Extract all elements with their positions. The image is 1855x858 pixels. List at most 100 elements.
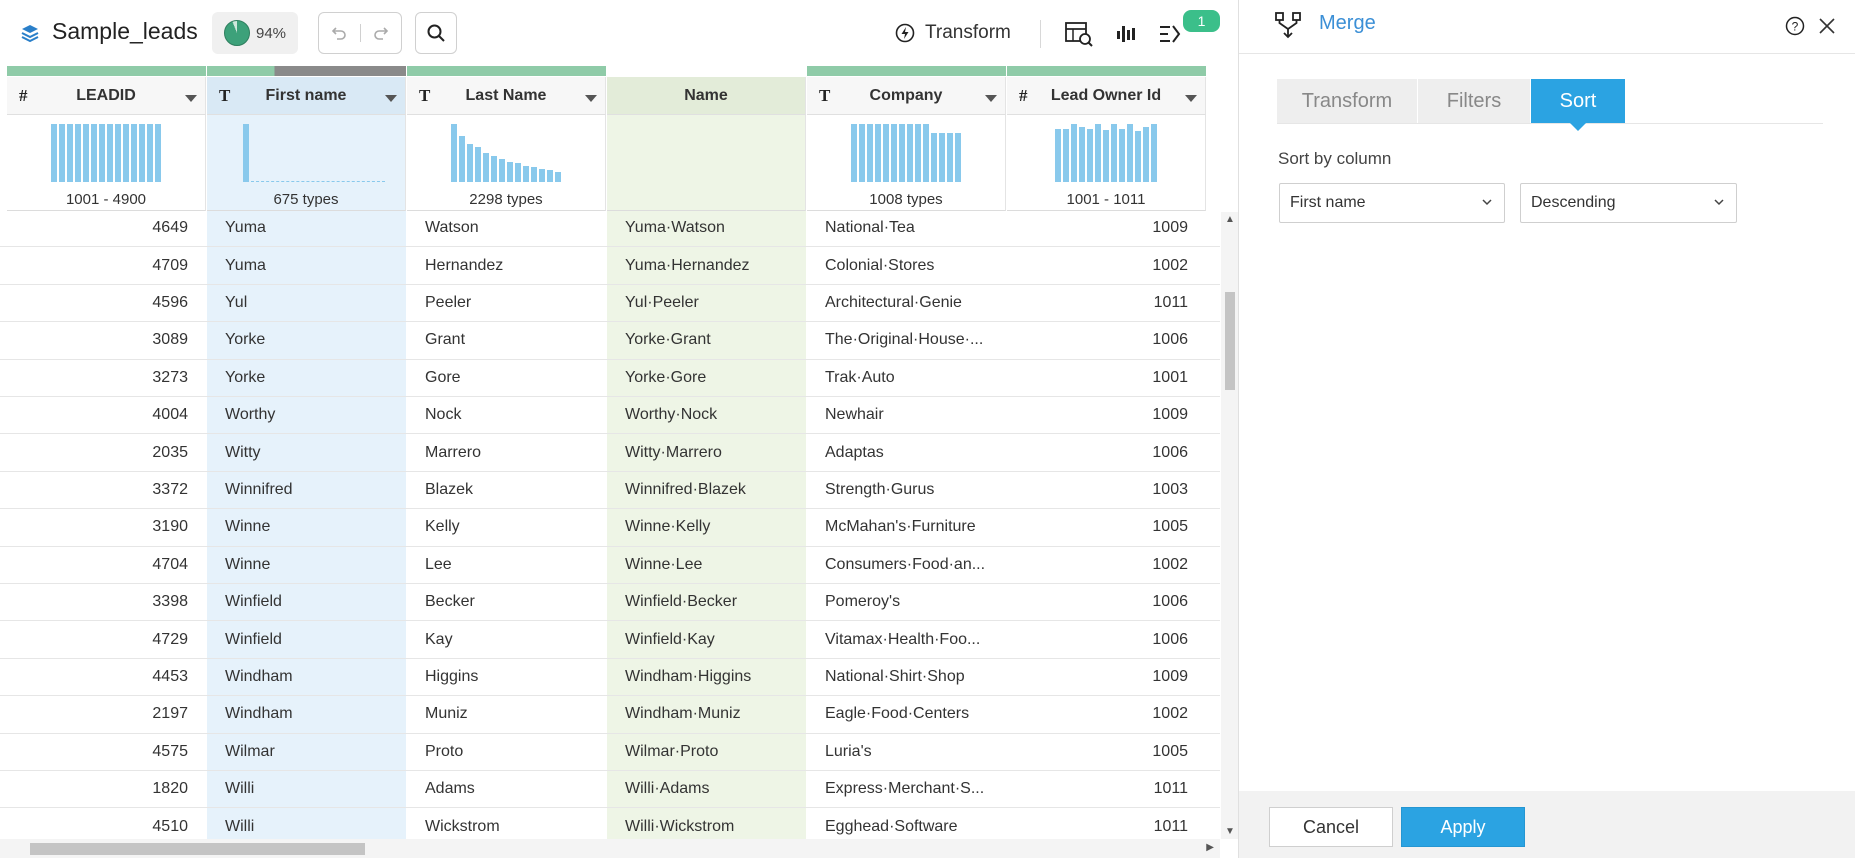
column-header-leadid[interactable]: # LEADID: [7, 77, 206, 115]
cell-first[interactable]: Windham: [207, 659, 406, 695]
scroll-right-arrow-icon[interactable]: ▶: [1206, 842, 1214, 853]
table-row[interactable]: 4575 Wilmar Proto Wilmar·Proto Luria's 1005: [0, 734, 1220, 771]
undo-button[interactable]: [319, 24, 361, 42]
cell-company[interactable]: Express·Merchant·S...: [807, 771, 1006, 807]
cell-name[interactable]: Winne·Lee: [607, 547, 806, 583]
cell-company[interactable]: Trak·Auto: [807, 360, 1006, 396]
cell-leadid[interactable]: 4729: [0, 621, 206, 657]
cell-last[interactable]: Grant: [407, 322, 606, 358]
table-row[interactable]: 4004 Worthy Nock Worthy·Nock Newhair 1009: [0, 397, 1220, 435]
cell-owner[interactable]: 1003: [1007, 472, 1206, 508]
table-row[interactable]: 4704 Winne Lee Winne·Lee Consumers·Food·an..…: [0, 547, 1220, 584]
cell-last[interactable]: Higgins: [407, 659, 606, 695]
cell-last[interactable]: Wickstrom: [407, 808, 606, 839]
cell-first[interactable]: Windham: [207, 696, 406, 732]
table-row[interactable]: 3372 Winnifred Blazek Winnifred·Blazek Stren…: [0, 472, 1220, 510]
cell-first[interactable]: Yuma: [207, 212, 406, 246]
cell-leadid[interactable]: 3398: [0, 584, 206, 620]
cell-last[interactable]: Lee: [407, 547, 606, 583]
cell-owner[interactable]: 1011: [1007, 285, 1206, 321]
column-header-name[interactable]: Name: [607, 77, 806, 115]
cell-name[interactable]: Wilmar·Proto: [607, 734, 806, 770]
column-menu-caret-icon[interactable]: [185, 95, 197, 102]
close-icon[interactable]: [1817, 16, 1837, 36]
cell-owner[interactable]: 1002: [1007, 547, 1206, 583]
cell-first[interactable]: Yorke: [207, 360, 406, 396]
cell-first[interactable]: Wilmar: [207, 734, 406, 770]
scroll-down-arrow-icon[interactable]: ▼: [1225, 826, 1235, 837]
cell-leadid[interactable]: 1820: [0, 771, 206, 807]
cell-leadid[interactable]: 3089: [0, 322, 206, 358]
cell-owner[interactable]: 1009: [1007, 397, 1206, 433]
cell-owner[interactable]: 1006: [1007, 621, 1206, 657]
cell-last[interactable]: Peeler: [407, 285, 606, 321]
cell-name[interactable]: Winnifred·Blazek: [607, 472, 806, 508]
cell-last[interactable]: Proto: [407, 734, 606, 770]
cell-company[interactable]: National·Shirt·Shop: [807, 659, 1006, 695]
table-row[interactable]: 4649 Yuma Watson Yuma·Watson National·Tea 100…: [0, 212, 1220, 248]
cell-company[interactable]: Adaptas: [807, 434, 1006, 470]
cell-first[interactable]: Winfield: [207, 621, 406, 657]
cell-last[interactable]: Muniz: [407, 696, 606, 732]
sort-order-select[interactable]: Descending: [1520, 183, 1737, 223]
help-icon[interactable]: ?: [1785, 16, 1805, 36]
data-quality-indicator[interactable]: 94%: [212, 12, 298, 54]
scroll-up-arrow-icon[interactable]: ▲: [1225, 214, 1235, 225]
table-row[interactable]: 3398 Winfield Becker Winfield·Becker Pomeroy…: [0, 584, 1220, 622]
cell-name[interactable]: Witty·Marrero: [607, 434, 806, 470]
cell-leadid[interactable]: 3190: [0, 509, 206, 545]
cell-owner[interactable]: 1001: [1007, 360, 1206, 396]
cell-last[interactable]: Kay: [407, 621, 606, 657]
applied-steps-button[interactable]: [1156, 18, 1186, 50]
column-menu-caret-icon[interactable]: [585, 95, 597, 102]
cell-first[interactable]: Winfield: [207, 584, 406, 620]
column-menu-caret-icon[interactable]: [385, 95, 397, 102]
cell-first[interactable]: Yuma: [207, 247, 406, 283]
cell-last[interactable]: Nock: [407, 397, 606, 433]
cell-last[interactable]: Gore: [407, 360, 606, 396]
tab-sort[interactable]: Sort: [1531, 79, 1626, 131]
cell-leadid[interactable]: 2197: [0, 696, 206, 732]
apply-button[interactable]: Apply: [1401, 807, 1525, 847]
redo-button[interactable]: [361, 24, 402, 42]
cell-first[interactable]: Winne: [207, 547, 406, 583]
cell-name[interactable]: Winne·Kelly: [607, 509, 806, 545]
column-header-last[interactable]: T Last Name: [407, 77, 606, 115]
search-button[interactable]: [415, 12, 457, 54]
cell-first[interactable]: Witty: [207, 434, 406, 470]
cell-company[interactable]: Eagle·Food·Centers: [807, 696, 1006, 732]
cell-owner[interactable]: 1005: [1007, 509, 1206, 545]
cell-company[interactable]: The·Original·House·...: [807, 322, 1006, 358]
cell-company[interactable]: Strength·Gurus: [807, 472, 1006, 508]
cell-company[interactable]: Newhair: [807, 397, 1006, 433]
horizontal-scroll-thumb[interactable]: [30, 843, 365, 855]
cell-name[interactable]: Winfield·Kay: [607, 621, 806, 657]
table-row[interactable]: 3273 Yorke Gore Yorke·Gore Trak·Auto 1001: [0, 360, 1220, 397]
cell-leadid[interactable]: 4709: [0, 247, 206, 283]
data-profile-button[interactable]: [1062, 18, 1096, 50]
cell-name[interactable]: Yorke·Grant: [607, 322, 806, 358]
table-row[interactable]: 4453 Windham Higgins Windham·Higgins Nationa…: [0, 659, 1220, 697]
cell-name[interactable]: Willi·Wickstrom: [607, 808, 806, 839]
cell-leadid[interactable]: 3372: [0, 472, 206, 508]
column-menu-caret-icon[interactable]: [985, 95, 997, 102]
cell-owner[interactable]: 1011: [1007, 808, 1206, 839]
vertical-scrollbar[interactable]: ▲ ▼: [1221, 212, 1238, 839]
cell-first[interactable]: Winne: [207, 509, 406, 545]
cell-owner[interactable]: 1006: [1007, 584, 1206, 620]
cell-company[interactable]: National·Tea: [807, 212, 1006, 246]
cell-last[interactable]: Hernandez: [407, 247, 606, 283]
table-row[interactable]: 3089 Yorke Grant Yorke·Grant The·Original·Ho…: [0, 322, 1220, 360]
cell-name[interactable]: Yorke·Gore: [607, 360, 806, 396]
cell-leadid[interactable]: 4004: [0, 397, 206, 433]
table-row[interactable]: 2035 Witty Marrero Witty·Marrero Adaptas 1006: [0, 434, 1220, 472]
cell-first[interactable]: Willi: [207, 808, 406, 839]
tab-filters[interactable]: Filters: [1418, 79, 1531, 123]
cell-last[interactable]: Adams: [407, 771, 606, 807]
transform-button[interactable]: Transform: [895, 18, 1011, 48]
cell-owner[interactable]: 1011: [1007, 771, 1206, 807]
statistics-button[interactable]: [1112, 18, 1142, 50]
cell-name[interactable]: Willi·Adams: [607, 771, 806, 807]
vertical-scroll-thumb[interactable]: [1225, 292, 1235, 390]
cell-name[interactable]: Yuma·Hernandez: [607, 247, 806, 283]
